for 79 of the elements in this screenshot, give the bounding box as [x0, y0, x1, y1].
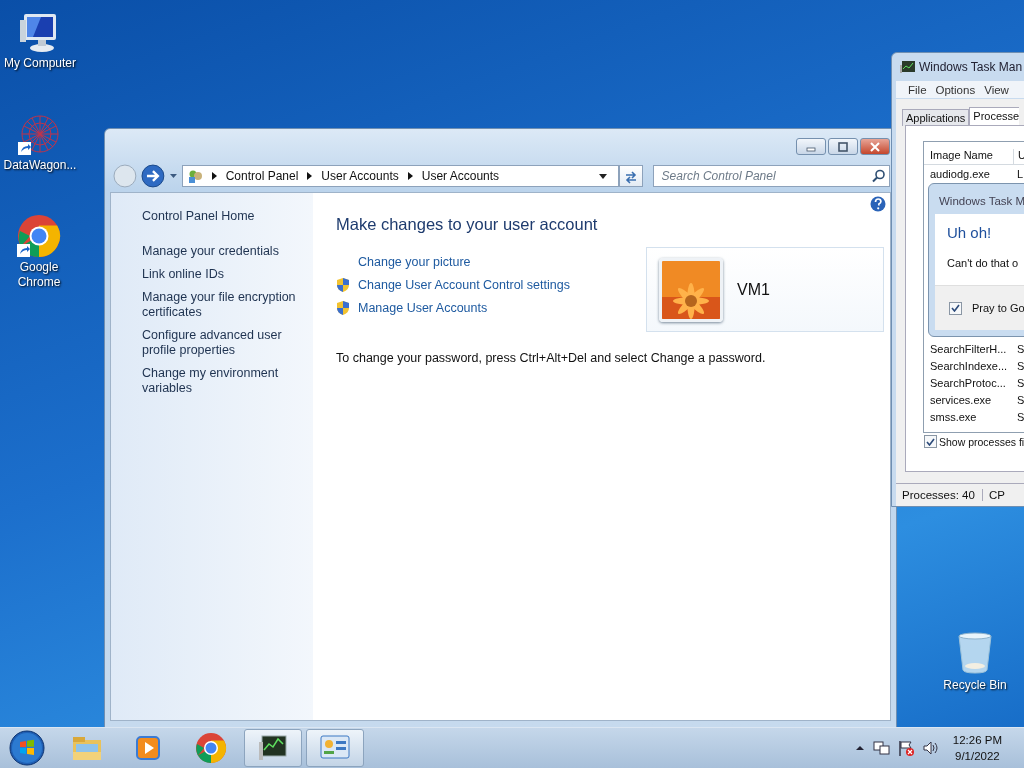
refresh-button[interactable]	[618, 165, 643, 187]
menu-item[interactable]: View	[984, 83, 1009, 96]
password-note: To change your password, press Ctrl+Alt+Del and select Change a password.	[336, 351, 767, 365]
start-button[interactable]	[8, 729, 46, 767]
dialog-heading: Uh oh!	[947, 224, 993, 241]
sidebar-link[interactable]: Control Panel Home	[142, 209, 305, 224]
chrome-icon[interactable]	[15, 214, 63, 258]
checkbox-label: Show processes fi	[939, 435, 1024, 448]
dialog-message: Can't do that o	[947, 257, 1019, 269]
close-icon	[869, 141, 881, 152]
column-header[interactable]: Image Name	[924, 149, 1013, 164]
breadcrumb-arrow-icon	[406, 171, 414, 181]
network-icon[interactable]	[872, 740, 890, 756]
show-hidden-icons-button[interactable]	[854, 744, 865, 752]
search-icon	[872, 169, 885, 183]
dropdown-arrow-icon[interactable]	[597, 172, 608, 180]
status-text: CP	[982, 489, 1024, 501]
shield-icon	[336, 277, 351, 293]
table-cell-text: S	[1016, 376, 1024, 389]
clock-time: 12:26 PM	[952, 733, 1002, 748]
help-icon[interactable]	[870, 196, 886, 212]
account-name: VM1	[737, 280, 770, 299]
taskbar-button[interactable]	[244, 729, 302, 767]
sidebar-link[interactable]: Configure advanced user profile properties	[142, 328, 305, 358]
maximize-button[interactable]	[828, 138, 858, 155]
checkbox[interactable]	[949, 301, 962, 315]
desktop-icon-label[interactable]: Recycle Bin	[943, 678, 1007, 693]
flag-icon[interactable]	[897, 739, 915, 757]
breadcrumb-arrow-icon	[210, 171, 218, 181]
control-panel-icon	[186, 168, 203, 184]
breadcrumb-item[interactable]: User Accounts	[321, 169, 399, 183]
task-link[interactable]: Change your picture	[358, 255, 471, 269]
sidebar-link[interactable]: Manage your credentials	[142, 244, 305, 259]
search-field[interactable]: Search Control Panel	[652, 165, 890, 187]
task-link[interactable]: Manage User Accounts	[358, 301, 488, 315]
close-button[interactable]	[860, 138, 890, 155]
sidebar-link[interactable]: Manage your file encryption certificates	[142, 290, 305, 320]
desktop-icon-label[interactable]: DataWagon...	[3, 158, 77, 173]
task-manager-icon	[900, 60, 916, 74]
search-placeholder: Search Control Panel	[661, 169, 776, 183]
check-icon	[951, 304, 960, 312]
table-cell-text: S	[1016, 359, 1024, 372]
maximize-icon	[837, 141, 849, 152]
chrome-icon	[194, 732, 228, 764]
forward-button[interactable]	[140, 164, 165, 188]
shield-icon	[336, 300, 351, 316]
breadcrumb-arrow-icon	[306, 171, 314, 181]
status-text: Processes: 40	[901, 489, 976, 501]
sidebar-link[interactable]: Link online IDs	[142, 267, 305, 282]
check-icon	[926, 437, 935, 446]
minimize-button[interactable]	[796, 138, 826, 155]
table-cell-text: SearchFilterH...	[929, 342, 1008, 355]
table-cell-text: L	[1016, 167, 1024, 180]
checkbox[interactable]	[924, 435, 937, 448]
dialog-title: Windows Task M	[938, 194, 1024, 209]
speaker-icon[interactable]	[922, 740, 939, 756]
table-cell-text: SearchIndexe...	[929, 359, 1009, 372]
table-cell-text: audiodg.exe	[929, 167, 991, 180]
sidebar-link[interactable]: Change my environment variables	[142, 366, 305, 396]
table-cell-text: smss.exe	[929, 410, 978, 423]
task-link[interactable]: Change User Account Control settings	[358, 278, 570, 292]
breadcrumb-item[interactable]: Control Panel	[225, 169, 299, 183]
page-heading: Make changes to your user account	[336, 215, 599, 234]
history-dropdown-icon[interactable]	[168, 173, 178, 179]
menu-item[interactable]: Options	[935, 83, 976, 96]
clock-date: 9/1/2022	[955, 749, 1000, 764]
clock[interactable]: 12:26 PM 9/1/2022	[952, 732, 1002, 764]
address-bar[interactable]: Control Panel User Accounts User Accounts	[181, 165, 619, 187]
desktop-icon-label[interactable]: My Computer	[4, 56, 76, 71]
table-cell-text: SearchProtoc...	[929, 376, 1007, 389]
desktop-icon-label[interactable]: Google Chrome	[14, 260, 64, 290]
table-cell-text: S	[1016, 393, 1024, 406]
window-title: Windows Task Man	[919, 60, 1023, 74]
breadcrumb-item[interactable]: User Accounts	[421, 169, 500, 183]
table-cell-text: S	[1016, 342, 1024, 355]
menu-item[interactable]: File	[908, 83, 927, 96]
table-cell-text: services.exe	[929, 393, 993, 406]
checkbox-label: Pray to Go	[972, 302, 1024, 314]
table-cell-text: S	[1016, 410, 1024, 423]
